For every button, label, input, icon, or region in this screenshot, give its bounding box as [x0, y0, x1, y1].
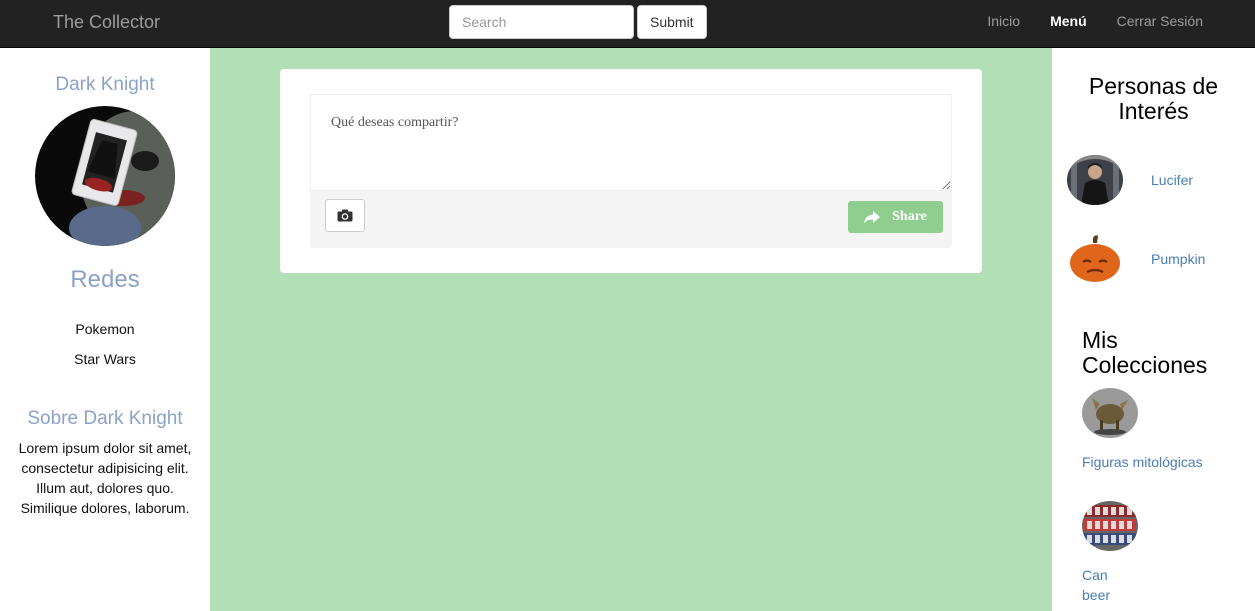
colecciones-title: Mis Colecciones: [1082, 327, 1208, 378]
redes-item-pokemon[interactable]: Pokemon: [0, 314, 210, 344]
coleccion-item[interactable]: Figuras mitológicas: [1082, 388, 1242, 472]
personas-title: Personas de Interés: [1088, 73, 1219, 124]
persona-link-lucifer[interactable]: Lucifer: [1151, 172, 1193, 188]
post-textarea[interactable]: [310, 94, 952, 191]
submit-button[interactable]: Submit: [637, 5, 707, 39]
main-feed: Share: [210, 48, 1052, 611]
nav-links: Inicio Menú Cerrar Sesión: [957, 0, 1203, 42]
about-text: Lorem ipsum dolor sit amet, consectetur …: [18, 440, 192, 516]
post-composer: Share: [310, 94, 952, 248]
share-button[interactable]: Share: [848, 201, 943, 233]
coleccion-link-figuras[interactable]: Figuras mitológicas: [1082, 452, 1242, 472]
camera-icon: [337, 209, 353, 222]
search-form: Submit: [449, 5, 707, 39]
persona-avatar-pumpkin: [1067, 234, 1123, 284]
persona-item[interactable]: Lucifer: [1067, 154, 1255, 206]
profile-name: Dark Knight: [55, 74, 155, 95]
coleccion-image-figuras: [1082, 388, 1138, 438]
share-icon: [864, 210, 881, 223]
profile-avatar: [35, 106, 175, 246]
nav-link-menu[interactable]: Menú: [1050, 13, 1087, 29]
right-sidebar: Personas de Interés Lucifer Pumpkin Mis …: [1052, 48, 1255, 611]
coleccion-image-can-beer: [1082, 501, 1138, 551]
navbar: The Collector Submit Inicio Menú Cerrar …: [0, 0, 1255, 48]
nav-link-cerrar-sesion[interactable]: Cerrar Sesión: [1117, 13, 1203, 29]
upload-photo-button[interactable]: [325, 199, 365, 232]
persona-item[interactable]: Pumpkin: [1067, 233, 1255, 285]
brand-logo[interactable]: The Collector: [53, 12, 160, 32]
persona-avatar-lucifer: [1067, 155, 1123, 205]
persona-link-pumpkin[interactable]: Pumpkin: [1151, 251, 1205, 267]
profile-sidebar: Dark Knight Redes Pokemon Star Wars Sobr…: [0, 48, 210, 611]
coleccion-item[interactable]: Can beer: [1082, 501, 1242, 605]
redes-item-star-wars[interactable]: Star Wars: [0, 344, 210, 374]
post-composer-card: Share: [280, 69, 982, 273]
nav-link-inicio[interactable]: Inicio: [987, 13, 1020, 29]
redes-list: Pokemon Star Wars: [0, 314, 210, 374]
coleccion-link-can-beer[interactable]: Can beer: [1082, 565, 1122, 605]
search-input[interactable]: [449, 5, 634, 39]
redes-title: Redes: [70, 266, 140, 293]
share-label: Share: [892, 209, 927, 224]
about-title: Sobre Dark Knight: [27, 408, 183, 429]
